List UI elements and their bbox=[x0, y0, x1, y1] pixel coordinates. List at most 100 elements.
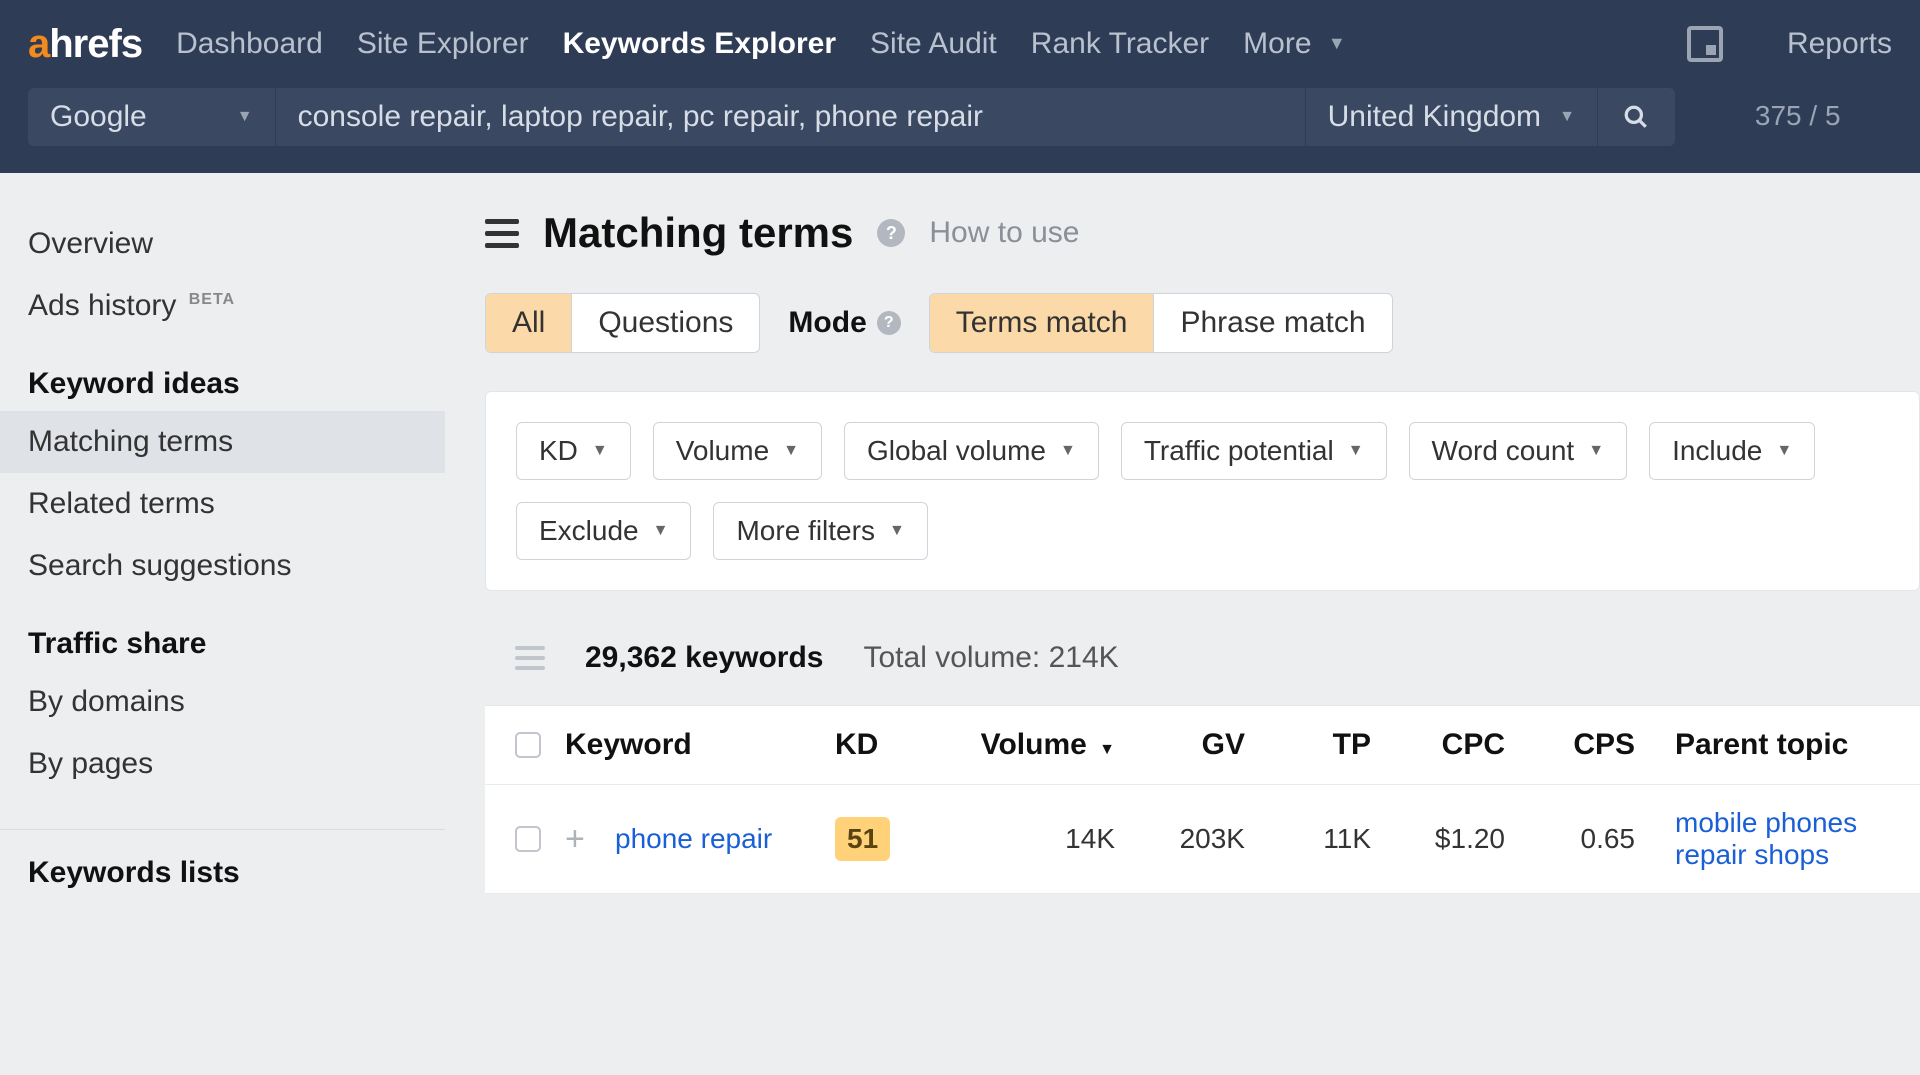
chevron-down-icon: ▼ bbox=[237, 108, 253, 126]
sidebar-heading-keywords-lists: Keywords lists bbox=[0, 850, 445, 900]
ads-history-label: Ads history bbox=[28, 289, 176, 322]
main-content: Matching terms ? How to use All Question… bbox=[445, 173, 1920, 900]
search-engine-select[interactable]: Google ▼ bbox=[28, 88, 275, 146]
mode-row: All Questions Mode ? Terms match Phrase … bbox=[485, 293, 1920, 353]
chevron-down-icon: ▼ bbox=[653, 522, 669, 540]
nav-keywords-explorer[interactable]: Keywords Explorer bbox=[563, 27, 836, 61]
filter-volume[interactable]: Volume▼ bbox=[653, 422, 822, 480]
nav-more[interactable]: More ▼ bbox=[1243, 27, 1346, 61]
col-kd[interactable]: KD bbox=[835, 728, 935, 762]
sidebar-item-related-terms[interactable]: Related terms bbox=[0, 473, 445, 535]
total-volume: Total volume: 214K bbox=[864, 641, 1119, 675]
keyword-link[interactable]: phone repair bbox=[615, 823, 772, 854]
logo[interactable]: ahrefs bbox=[28, 22, 142, 67]
layout: Overview Ads history BETA Keyword ideas … bbox=[0, 173, 1920, 900]
filter-global-volume[interactable]: Global volume▼ bbox=[844, 422, 1099, 480]
filter-kd[interactable]: KD▼ bbox=[516, 422, 631, 480]
keywords-input[interactable]: console repair, laptop repair, pc repair… bbox=[275, 88, 1305, 146]
keywords-input-value: console repair, laptop repair, pc repair… bbox=[298, 100, 983, 134]
nav-rank-tracker[interactable]: Rank Tracker bbox=[1031, 27, 1209, 61]
sidebar-divider bbox=[0, 829, 445, 830]
chevron-down-icon: ▼ bbox=[592, 442, 608, 460]
beta-badge: BETA bbox=[189, 291, 235, 308]
search-button[interactable] bbox=[1597, 88, 1675, 146]
pill-terms-match[interactable]: Terms match bbox=[930, 294, 1154, 352]
filter-include[interactable]: Include▼ bbox=[1649, 422, 1815, 480]
sidebar-item-overview[interactable]: Overview bbox=[0, 213, 445, 275]
select-all-checkbox[interactable] bbox=[515, 732, 541, 758]
sidebar-item-search-suggestions[interactable]: Search suggestions bbox=[0, 535, 445, 597]
search-row: Google ▼ console repair, laptop repair, … bbox=[0, 88, 1920, 173]
title-row: Matching terms ? How to use bbox=[485, 209, 1920, 257]
logo-a: a bbox=[28, 22, 49, 66]
nav-site-audit[interactable]: Site Audit bbox=[870, 27, 997, 61]
pill-questions[interactable]: Questions bbox=[571, 294, 759, 352]
sort-desc-icon: ▼ bbox=[1099, 741, 1115, 758]
help-icon[interactable]: ? bbox=[877, 311, 901, 335]
sidebar-item-by-domains[interactable]: By domains bbox=[0, 671, 445, 733]
col-keyword[interactable]: Keyword bbox=[565, 728, 835, 762]
cell-tp: 11K bbox=[1255, 823, 1385, 855]
sidebar: Overview Ads history BETA Keyword ideas … bbox=[0, 173, 445, 900]
chevron-down-icon: ▼ bbox=[1588, 442, 1604, 460]
row-checkbox[interactable] bbox=[515, 826, 541, 852]
col-volume[interactable]: Volume ▼ bbox=[935, 728, 1135, 762]
chevron-down-icon: ▼ bbox=[1776, 442, 1792, 460]
top-nav: ahrefs Dashboard Site Explorer Keywords … bbox=[0, 0, 1920, 88]
cell-gv: 203K bbox=[1135, 823, 1255, 855]
menu-icon[interactable] bbox=[485, 219, 519, 248]
help-icon[interactable]: ? bbox=[877, 219, 905, 247]
list-icon[interactable] bbox=[515, 646, 545, 670]
chevron-down-icon: ▼ bbox=[783, 442, 799, 460]
how-to-use-link[interactable]: How to use bbox=[929, 216, 1079, 250]
nav-more-label: More bbox=[1243, 27, 1311, 60]
filter-traffic-potential[interactable]: Traffic potential▼ bbox=[1121, 422, 1387, 480]
sidebar-item-ads-history[interactable]: Ads history BETA bbox=[0, 275, 445, 337]
bookmark-icon[interactable] bbox=[1687, 26, 1723, 62]
col-tp[interactable]: TP bbox=[1255, 728, 1385, 762]
cell-cpc: $1.20 bbox=[1385, 823, 1515, 855]
col-cps[interactable]: CPS bbox=[1515, 728, 1645, 762]
filter-more[interactable]: More filters▼ bbox=[713, 502, 927, 560]
table-header: Keyword KD Volume ▼ GV TP CPC CPS Parent… bbox=[485, 706, 1920, 785]
col-gv[interactable]: GV bbox=[1135, 728, 1255, 762]
keyword-count: 29,362 keywords bbox=[585, 641, 824, 675]
cell-cps: 0.65 bbox=[1515, 823, 1645, 855]
chevron-down-icon: ▼ bbox=[1060, 442, 1076, 460]
search-icon bbox=[1623, 104, 1649, 130]
logo-rest: hrefs bbox=[49, 22, 142, 66]
keywords-table: Keyword KD Volume ▼ GV TP CPC CPS Parent… bbox=[485, 705, 1920, 894]
usage-counter: 375 / 5 bbox=[1755, 88, 1841, 132]
match-mode-toggle: Terms match Phrase match bbox=[929, 293, 1393, 353]
sidebar-item-by-pages[interactable]: By pages bbox=[0, 733, 445, 795]
summary-row: 29,362 keywords Total volume: 214K bbox=[485, 641, 1920, 675]
mode-label: Mode ? bbox=[788, 306, 900, 340]
parent-topic-link[interactable]: mobile phones repair shops bbox=[1675, 807, 1857, 870]
sidebar-heading-keyword-ideas: Keyword ideas bbox=[0, 337, 445, 411]
country-label: United Kingdom bbox=[1328, 100, 1541, 134]
nav-dashboard[interactable]: Dashboard bbox=[176, 27, 323, 61]
page-title: Matching terms bbox=[543, 209, 853, 257]
filters-panel: KD▼ Volume▼ Global volume▼ Traffic poten… bbox=[485, 391, 1920, 591]
filter-exclude[interactable]: Exclude▼ bbox=[516, 502, 691, 560]
col-cpc[interactable]: CPC bbox=[1385, 728, 1515, 762]
country-select[interactable]: United Kingdom ▼ bbox=[1305, 88, 1597, 146]
chevron-down-icon: ▼ bbox=[1348, 442, 1364, 460]
table-row: + phone repair 51 14K 203K 11K $1.20 0.6… bbox=[485, 785, 1920, 894]
search-engine-label: Google bbox=[50, 100, 147, 134]
col-parent-topic[interactable]: Parent topic bbox=[1645, 728, 1890, 762]
nav-site-explorer[interactable]: Site Explorer bbox=[357, 27, 529, 61]
sidebar-heading-traffic-share: Traffic share bbox=[0, 597, 445, 671]
expand-icon[interactable]: + bbox=[565, 820, 615, 859]
chevron-down-icon: ▼ bbox=[1328, 33, 1346, 54]
pill-phrase-match[interactable]: Phrase match bbox=[1153, 294, 1391, 352]
filter-word-count[interactable]: Word count▼ bbox=[1409, 422, 1628, 480]
kd-badge: 51 bbox=[835, 817, 890, 861]
sidebar-item-matching-terms[interactable]: Matching terms bbox=[0, 411, 445, 473]
chevron-down-icon: ▼ bbox=[889, 522, 905, 540]
pill-all[interactable]: All bbox=[486, 294, 571, 352]
chevron-down-icon: ▼ bbox=[1559, 108, 1575, 126]
cell-volume: 14K bbox=[935, 823, 1135, 855]
nav-reports[interactable]: Reports bbox=[1787, 27, 1892, 61]
results-type-toggle: All Questions bbox=[485, 293, 760, 353]
